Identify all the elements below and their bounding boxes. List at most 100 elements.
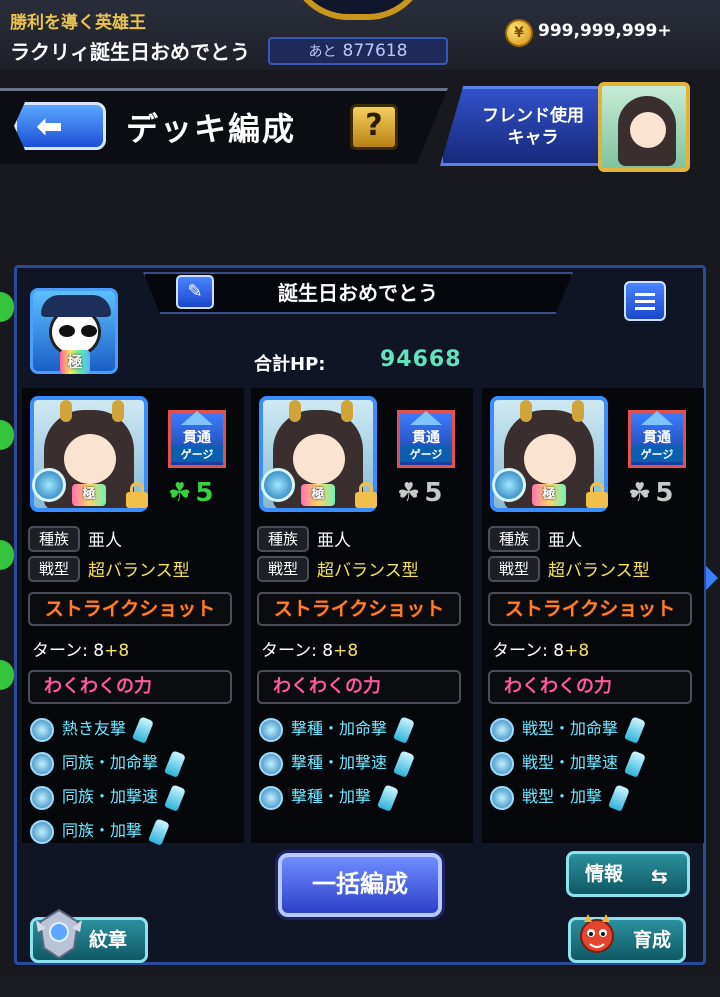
luck-value: ☘ 5 — [168, 478, 214, 508]
coin-icon: ¥ — [505, 19, 533, 47]
turn-count: ターン: 8+8 — [32, 641, 130, 661]
tribe-tag: 種族 — [28, 526, 80, 552]
next-page-arrow-icon[interactable] — [706, 566, 718, 590]
orb-icon — [261, 468, 295, 502]
tribe-value: 亜人 — [317, 531, 351, 551]
luck-value: ☘ 5 — [397, 478, 443, 508]
quest-title: 勝利を導く英雄王 — [10, 13, 146, 33]
potion-bottle-icon — [164, 749, 187, 778]
tribe-value: 亜人 — [88, 531, 122, 551]
wakuwaku-item: 撃種・加撃 — [257, 780, 467, 814]
character-slot-1[interactable]: 極 貫通 ゲージ ☘ 5 種族 亜人 戦型 超バランス型 ストライクショット ター… — [22, 388, 244, 846]
clover-icon: ☘ — [397, 478, 421, 508]
tribe-tag: 種族 — [257, 526, 309, 552]
quest-subtitle: ラクリィ誕生日おめでとう — [10, 40, 250, 64]
deck-list-button[interactable] — [624, 281, 666, 321]
potion-bottle-icon — [393, 749, 416, 778]
clover-icon: ☘ — [628, 478, 652, 508]
wakuwaku-item: 撃種・加命撃 — [257, 712, 467, 746]
potion-bottle-icon — [393, 715, 416, 744]
orb-icon — [492, 468, 526, 502]
wakuwaku-item: 戦型・加命撃 — [488, 712, 698, 746]
wakuwaku-medal-icon — [490, 786, 514, 810]
pierce-gauge-icon: 貫通 ゲージ — [397, 410, 455, 468]
swap-arrows-icon: ⇆ — [651, 864, 668, 888]
wakuwaku-item: 同族・加命撃 — [28, 746, 238, 780]
side-clover-icon — [0, 292, 14, 322]
wakuwaku-medal-icon — [30, 752, 54, 776]
wakuwaku-item: 撃種・加撃速 — [257, 746, 467, 780]
potion-bottle-icon — [148, 817, 171, 846]
side-clover-icon — [0, 660, 14, 690]
potion-bottle-icon — [132, 715, 155, 744]
type-value: 超バランス型 — [317, 561, 419, 581]
tribe-value: 亜人 — [548, 531, 582, 551]
info-toggle-button[interactable]: 情報 ⇆ — [566, 851, 690, 897]
turn-count: ターン: 8+8 — [492, 641, 590, 661]
wakuwaku-medal-icon — [259, 786, 283, 810]
help-button[interactable]: ? — [350, 104, 398, 150]
type-value: 超バランス型 — [88, 561, 190, 581]
countdown-label: あと — [308, 44, 337, 60]
edit-deck-name-button[interactable]: ✎ — [176, 275, 214, 309]
strike-shot-label[interactable]: ストライクショット — [28, 592, 232, 626]
total-hp-label: 合計HP: — [254, 354, 326, 375]
side-clover-icon — [0, 540, 14, 570]
pencil-icon: ✎ — [187, 281, 203, 302]
wakuwaku-medal-icon — [490, 752, 514, 776]
info-button-label: 情報 — [585, 863, 624, 885]
lock-icon — [355, 482, 377, 508]
orb-icon — [32, 468, 66, 502]
wakuwaku-title[interactable]: わくわくの力 — [257, 670, 461, 704]
friend-button-line1: フレンド使用 — [482, 106, 584, 126]
wakuwaku-item: 戦型・加撃 — [488, 780, 698, 814]
type-value: 超バランス型 — [548, 561, 650, 581]
wakuwaku-medal-icon — [490, 718, 514, 742]
leader-kiwami-badge: 極 — [60, 350, 90, 374]
dragon-mascot-icon — [580, 914, 614, 953]
wakuwaku-list: 熱き友撃 同族・加命撃 同族・加撃速 同族・加撃 — [28, 712, 238, 848]
bottom-strip — [0, 975, 720, 997]
wakuwaku-list: 戦型・加命撃 戦型・加撃速 戦型・加撃 — [488, 712, 698, 814]
friend-character-portrait[interactable] — [598, 82, 690, 172]
wakuwaku-medal-icon — [30, 718, 54, 742]
lock-icon — [586, 482, 608, 508]
page-title: デッキ編成 — [126, 110, 297, 148]
total-hp-value: 94668 — [380, 347, 462, 372]
turn-count: ターン: 8+8 — [261, 641, 359, 661]
potion-bottle-icon — [377, 783, 400, 812]
wakuwaku-title[interactable]: わくわくの力 — [488, 670, 692, 704]
wakuwaku-item: 戦型・加撃速 — [488, 746, 698, 780]
potion-bottle-icon — [164, 783, 187, 812]
kiwami-badge: 極 — [532, 484, 566, 506]
back-arrow-icon: ⬅ — [36, 107, 63, 145]
clover-icon: ☘ — [168, 478, 192, 508]
wakuwaku-medal-icon — [30, 786, 54, 810]
character-slot-2[interactable]: 極 貫通 ゲージ ☘ 5 種族 亜人 戦型 超バランス型 ストライクショット ター… — [251, 388, 473, 843]
tribe-tag: 種族 — [488, 526, 540, 552]
type-tag: 戦型 — [28, 556, 80, 582]
wakuwaku-item: 同族・加撃 — [28, 814, 238, 848]
wakuwaku-item: 同族・加撃速 — [28, 780, 238, 814]
pierce-gauge-icon: 貫通 ゲージ — [628, 410, 686, 468]
potion-bottle-icon — [608, 783, 631, 812]
wakuwaku-medal-icon — [259, 752, 283, 776]
friend-character-button[interactable]: フレンド使用 キャラ — [440, 86, 606, 166]
bulk-formation-button[interactable]: 一括編成 — [278, 853, 442, 917]
pierce-gauge-icon: 貫通 ゲージ — [168, 410, 226, 468]
potion-bottle-icon — [624, 749, 647, 778]
wakuwaku-item: 熱き友撃 — [28, 712, 238, 746]
wakuwaku-medal-icon — [30, 820, 54, 844]
kiwami-badge: 極 — [72, 484, 106, 506]
potion-bottle-icon — [624, 715, 647, 744]
side-clover-icon — [0, 420, 14, 450]
friend-button-line2: キャラ — [507, 128, 559, 148]
list-icon — [635, 293, 655, 296]
wakuwaku-list: 撃種・加命撃 撃種・加撃速 撃種・加撃 — [257, 712, 467, 814]
character-slot-3[interactable]: 極 貫通 ゲージ ☘ 5 種族 亜人 戦型 超バランス型 ストライクショット ター… — [482, 388, 704, 843]
strike-shot-label[interactable]: ストライクショット — [488, 592, 692, 626]
wakuwaku-title[interactable]: わくわくの力 — [28, 670, 232, 704]
type-tag: 戦型 — [488, 556, 540, 582]
luck-value: ☘ 5 — [628, 478, 674, 508]
strike-shot-label[interactable]: ストライクショット — [257, 592, 461, 626]
